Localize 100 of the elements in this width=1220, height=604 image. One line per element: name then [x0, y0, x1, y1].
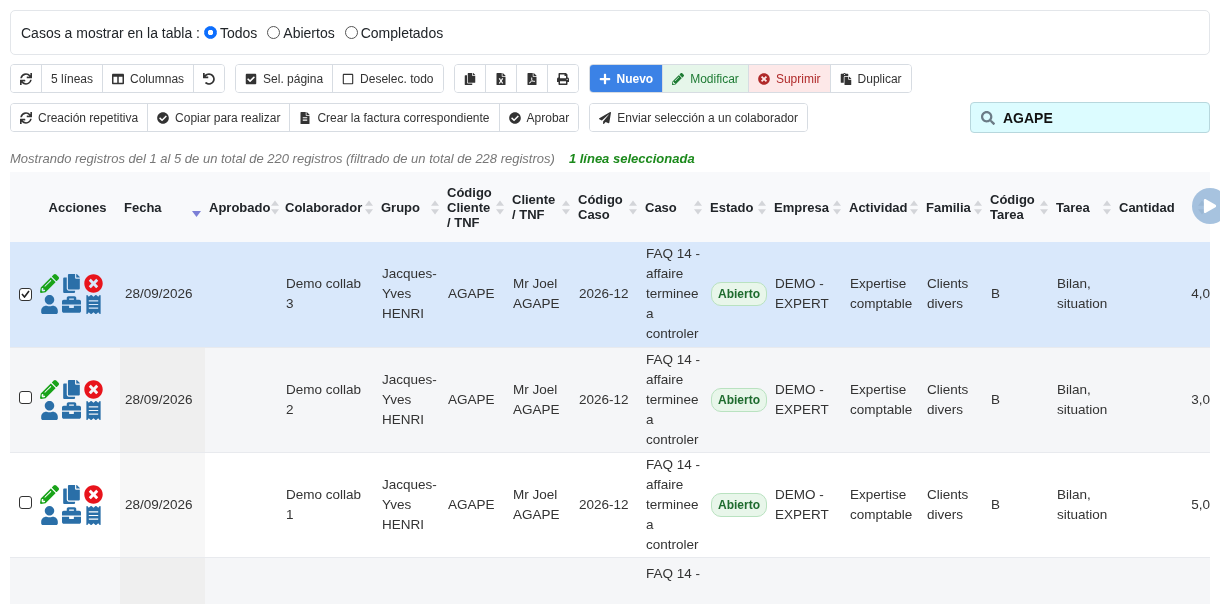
table-cell: 2026-12	[579, 391, 629, 407]
table-cell: 28/09/2026	[125, 496, 193, 512]
paper-plane-icon	[599, 111, 612, 124]
play-icon	[1203, 199, 1217, 213]
copy-icon	[463, 72, 476, 85]
checkbox-icon	[245, 72, 258, 85]
table-cell: Bilan, situation	[1057, 486, 1108, 522]
document-icon	[299, 111, 312, 124]
table-cell: Clients divers	[927, 381, 969, 417]
column-header[interactable]: Fecha	[124, 199, 162, 215]
duplicate-icon	[839, 72, 852, 85]
briefcase-icon[interactable]	[62, 505, 81, 525]
refresh-button[interactable]	[11, 65, 42, 92]
column-header[interactable]: Estado	[710, 199, 754, 215]
records-info: Mostrando registros del 1 al 5 de un total de 220 registros (filtrado de un total de 228 registros)	[10, 151, 555, 166]
table-cell: Expertise comptable	[850, 381, 913, 417]
table-cell: Jacques-Yves HENRI	[382, 266, 437, 322]
table-cell: Bilan, situation	[1057, 381, 1108, 417]
column-header[interactable]: Aprobado	[209, 199, 271, 215]
filter-label: Casos a mostrar en la tabla :	[21, 24, 200, 41]
table-cell: Expertise comptable	[850, 276, 913, 312]
copy-button[interactable]	[454, 65, 486, 92]
plus-icon	[598, 72, 611, 85]
pencil-icon[interactable]	[40, 274, 59, 294]
column-header[interactable]: Caso	[645, 199, 677, 215]
row-checkbox[interactable]	[19, 287, 32, 301]
receipt-icon[interactable]	[84, 505, 103, 525]
table-cell: Demo collab 2	[286, 381, 362, 417]
radio-label[interactable]: Abiertos	[283, 24, 335, 41]
table-cell: 2026-12	[579, 286, 629, 302]
table-cell: DEMO - EXPERT	[775, 486, 829, 522]
radio-button[interactable]	[344, 26, 358, 39]
pdf-file-icon	[525, 72, 538, 85]
table-cell: 5,0	[1191, 496, 1210, 512]
row-checkbox[interactable]	[19, 495, 32, 509]
search-icon	[981, 110, 995, 125]
sort-descending-icon[interactable]	[192, 211, 201, 217]
table-cell: Mr Joel AGAPE	[513, 486, 560, 522]
toolbar-button[interactable]: Sel. página	[236, 65, 334, 92]
table-cell: 2026-12	[579, 496, 629, 512]
undo-icon	[203, 72, 216, 85]
print-icon	[556, 72, 569, 85]
refresh-icon	[20, 72, 32, 85]
table-cell: Clients divers	[927, 276, 969, 312]
column-header[interactable]: Empresa	[774, 199, 829, 215]
table-cell: FAQ 14 - affaire terminee a controler	[646, 351, 701, 447]
row-checkbox[interactable]	[19, 390, 32, 404]
table-cell: Jacques-Yves HENRI	[382, 476, 437, 532]
column-header[interactable]: Grupo	[381, 199, 420, 215]
table-cell: FAQ 14 - affaire terminee a controler	[646, 456, 701, 552]
copy-icon[interactable]	[62, 274, 81, 294]
pencil-icon[interactable]	[40, 379, 59, 399]
radio-label[interactable]: Completados	[360, 24, 444, 41]
refresh-icon	[20, 111, 32, 124]
toolbar-button[interactable]: Enviar selección a un colaborador	[590, 104, 808, 131]
briefcase-icon[interactable]	[62, 295, 81, 315]
status-badge: Abierto	[711, 282, 767, 307]
status-badge: Abierto	[711, 387, 767, 412]
pencil-icon[interactable]	[40, 484, 59, 504]
radio-button[interactable]	[204, 26, 217, 39]
toolbar-button[interactable]: Modificar	[663, 65, 749, 92]
columns-icon	[112, 72, 125, 85]
search-field[interactable]: AGAPE	[970, 102, 1210, 133]
briefcase-icon[interactable]	[62, 400, 81, 420]
pencil-icon	[672, 72, 685, 85]
copy-icon[interactable]	[62, 379, 81, 399]
radio-label[interactable]: Todos	[220, 24, 258, 41]
user-icon[interactable]	[40, 400, 59, 420]
column-header[interactable]: Familia	[926, 199, 971, 215]
user-icon[interactable]	[40, 505, 59, 525]
column-header[interactable]: Actividad	[849, 199, 908, 215]
receipt-icon[interactable]	[84, 295, 103, 315]
table-cell: AGAPE	[448, 496, 495, 512]
table-cell: Mr Joel AGAPE	[513, 276, 560, 312]
table-cell: FAQ 14 - affaire terminee a controler	[646, 246, 701, 342]
selection-info: 1 línea seleccionada	[568, 151, 695, 166]
table-cell: Mr Joel AGAPE	[513, 381, 560, 417]
copy-icon[interactable]	[62, 484, 81, 504]
column-header[interactable]: Colaborador	[285, 199, 363, 215]
radio-button[interactable]	[267, 26, 281, 39]
table-cell: AGAPE	[448, 391, 495, 407]
table-cell: B	[991, 391, 1000, 407]
toolbar-button[interactable]: Nuevo	[589, 65, 664, 92]
table-cell: 3,0	[1191, 391, 1210, 407]
table-cell: FAQ 14 -	[646, 565, 701, 581]
table-cell: B	[991, 286, 1000, 302]
toolbar-button[interactable]: Creación repetitiva	[11, 104, 149, 131]
toolbar-button[interactable]: Suprimir	[748, 65, 831, 92]
column-header[interactable]: Acciones	[48, 199, 107, 215]
table-cell: Expertise comptable	[850, 486, 913, 522]
table-cell: Demo collab 3	[286, 276, 362, 312]
receipt-icon[interactable]	[84, 400, 103, 420]
table-cell: 28/09/2026	[125, 286, 193, 302]
table-cell: Jacques-Yves HENRI	[382, 371, 437, 427]
table-cell: 4,0	[1191, 286, 1210, 302]
table-cell: AGAPE	[448, 286, 495, 302]
table-cell: DEMO - EXPERT	[775, 381, 829, 417]
column-header[interactable]: Tarea	[1056, 199, 1090, 215]
user-icon[interactable]	[40, 295, 59, 315]
column-header[interactable]: Cantidad	[1119, 199, 1175, 215]
